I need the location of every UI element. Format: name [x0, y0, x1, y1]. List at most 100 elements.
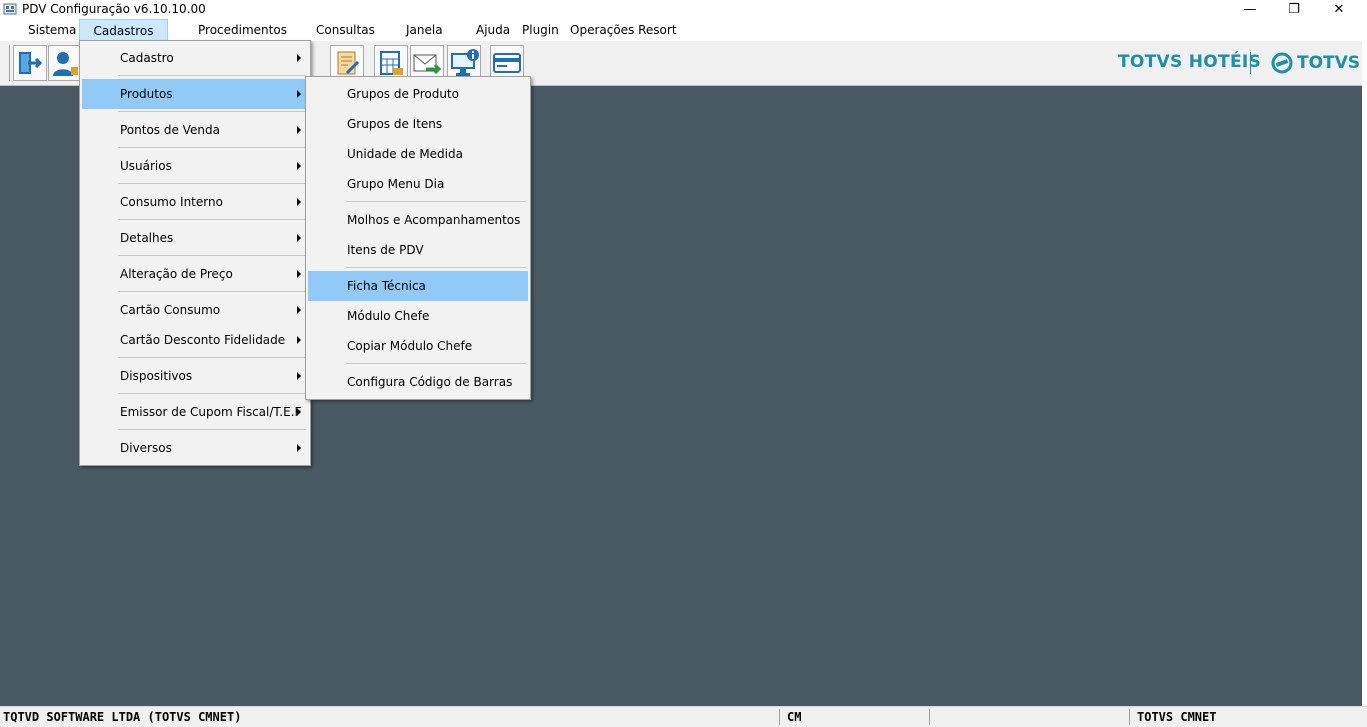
submenu-arrow-icon — [297, 444, 301, 452]
calculator-icon — [380, 51, 403, 75]
document-edit-icon — [337, 51, 360, 75]
user-icon — [53, 52, 78, 76]
menu-bar: Sistema Cadastros Procedimentos Consulta… — [0, 19, 1367, 41]
status-divider — [929, 709, 930, 725]
menu-item-cartao-desconto-fidelidade[interactable]: Cartão Desconto Fidelidade — [82, 325, 308, 355]
menu-item-label: Configura Código de Barras — [347, 375, 513, 389]
menu-separator — [118, 183, 306, 184]
menu-item-detalhes[interactable]: Detalhes — [82, 223, 308, 253]
menu-item-label: Pontos de Venda — [120, 123, 220, 137]
menu-item-label: Itens de PDV — [347, 243, 424, 257]
card-icon — [493, 53, 521, 73]
submenu-item-grupo-menu-dia[interactable]: Grupo Menu Dia — [308, 169, 528, 199]
submenu-arrow-icon — [297, 234, 301, 242]
menu-item-label: Consumo Interno — [120, 195, 223, 209]
menu-item-label: Usuários — [120, 159, 172, 173]
menu-item-emissor-cupom-fiscal[interactable]: Emissor de Cupom Fiscal/T.E.F — [82, 397, 308, 427]
mail-send-icon — [413, 54, 442, 75]
menu-item-label: Molhos e Acompanhamentos — [347, 213, 521, 227]
exit-icon — [19, 52, 43, 74]
submenu-arrow-icon — [297, 372, 301, 380]
menu-separator — [118, 75, 306, 76]
submenu-arrow-icon — [297, 162, 301, 170]
cadastros-menu: Cadastro Produtos Pontos de Venda Usuári… — [79, 40, 311, 466]
submenu-arrow-icon — [297, 126, 301, 134]
restore-icon: ❐ — [1288, 2, 1300, 17]
close-button[interactable]: ✕ — [1316, 0, 1362, 19]
produtos-submenu: Grupos de Produto Grupos de Itens Unidad… — [305, 76, 531, 400]
submenu-item-copiar-modulo-chefe[interactable]: Copiar Módulo Chefe — [308, 331, 528, 361]
menu-sistema[interactable]: Sistema — [28, 19, 76, 41]
restore-button[interactable]: ❐ — [1271, 0, 1317, 19]
menu-separator — [118, 393, 306, 394]
menu-item-label: Emissor de Cupom Fiscal/T.E.F — [120, 405, 302, 419]
menu-plugin[interactable]: Plugin — [522, 19, 559, 41]
menu-item-produtos[interactable]: Produtos — [82, 79, 308, 109]
menu-item-consumo-interno[interactable]: Consumo Interno — [82, 187, 308, 217]
menu-item-label: Grupos de Produto — [347, 87, 459, 101]
submenu-item-configura-codigo-de-barras[interactable]: Configura Código de Barras — [308, 367, 528, 397]
submenu-item-ficha-tecnica[interactable]: Ficha Técnica — [308, 271, 528, 301]
menu-item-label: Módulo Chefe — [347, 309, 430, 323]
menu-item-label: Produtos — [120, 87, 173, 101]
menu-item-label: Alteração de Preço — [120, 267, 233, 281]
brand-totvs-text: TOTVS — [1297, 53, 1361, 73]
menu-item-label: Detalhes — [120, 231, 174, 245]
submenu-item-grupos-de-produto[interactable]: Grupos de Produto — [308, 79, 528, 109]
submenu-item-unidade-de-medida[interactable]: Unidade de Medida — [308, 139, 528, 169]
menu-operacoes-resort[interactable]: Operações Resort — [570, 19, 677, 41]
menu-item-alteracao-de-preco[interactable]: Alteração de Preço — [82, 259, 308, 289]
menu-separator — [118, 219, 306, 220]
app-icon — [3, 3, 17, 15]
exit-button[interactable] — [13, 45, 47, 81]
menu-item-label: Grupo Menu Dia — [347, 177, 445, 191]
menu-item-label: Cartão Consumo — [120, 303, 221, 317]
menu-item-diversos[interactable]: Diversos — [82, 433, 308, 463]
submenu-item-molhos-e-acompanhamentos[interactable]: Molhos e Acompanhamentos — [308, 205, 528, 235]
submenu-item-itens-de-pdv[interactable]: Itens de PDV — [308, 235, 528, 265]
submenu-arrow-icon — [297, 90, 301, 98]
menu-item-dispositivos[interactable]: Dispositivos — [82, 361, 308, 391]
menu-item-label: Ficha Técnica — [347, 279, 426, 293]
status-divider — [779, 709, 780, 725]
minimize-button[interactable]: — — [1227, 0, 1273, 19]
menu-separator — [118, 147, 306, 148]
menu-item-label: Grupos de Itens — [347, 117, 443, 131]
menu-item-usuarios[interactable]: Usuários — [82, 151, 308, 181]
submenu-arrow-icon — [297, 198, 301, 206]
brand-totvs: TOTVS — [1271, 52, 1360, 74]
menu-separator — [118, 111, 306, 112]
status-code: CM — [787, 710, 802, 724]
brand-divider — [1250, 52, 1251, 74]
menu-item-label: Diversos — [120, 441, 172, 455]
menu-item-cadastro[interactable]: Cadastro — [82, 43, 308, 73]
menu-separator — [346, 201, 526, 202]
menu-cadastros[interactable]: Cadastros — [79, 19, 168, 41]
submenu-arrow-icon — [297, 270, 301, 278]
menu-procedimentos[interactable]: Procedimentos — [198, 19, 287, 41]
menu-consultas[interactable]: Consultas — [316, 19, 375, 41]
brand-totvs-hoteis: TOTVS HOTÉIS — [1118, 52, 1262, 72]
menu-item-label: Dispositivos — [120, 369, 193, 383]
user-button[interactable] — [48, 45, 82, 81]
submenu-arrow-icon — [297, 54, 301, 62]
menu-item-label: Cadastro — [120, 51, 174, 65]
window-title: PDV Configuração v6.10.10.00 — [22, 2, 206, 16]
minimize-icon: — — [1243, 2, 1257, 17]
submenu-arrow-icon — [297, 408, 301, 416]
title-bar: PDV Configuração v6.10.10.00 — ❐ ✕ — [0, 0, 1367, 19]
submenu-arrow-icon — [297, 336, 301, 344]
menu-ajuda[interactable]: Ajuda — [476, 19, 510, 41]
menu-item-pontos-de-venda[interactable]: Pontos de Venda — [82, 115, 308, 145]
status-divider — [1129, 709, 1130, 725]
menu-separator — [118, 429, 306, 430]
close-icon: ✕ — [1333, 2, 1345, 17]
submenu-item-modulo-chefe[interactable]: Módulo Chefe — [308, 301, 528, 331]
menu-janela[interactable]: Janela — [406, 19, 443, 41]
submenu-item-grupos-de-itens[interactable]: Grupos de Itens — [308, 109, 528, 139]
menu-item-label: Unidade de Medida — [347, 147, 463, 161]
totvs-logo-icon — [1271, 52, 1293, 74]
menu-item-cartao-consumo[interactable]: Cartão Consumo — [82, 295, 308, 325]
menu-separator — [118, 255, 306, 256]
submenu-arrow-icon — [297, 306, 301, 314]
